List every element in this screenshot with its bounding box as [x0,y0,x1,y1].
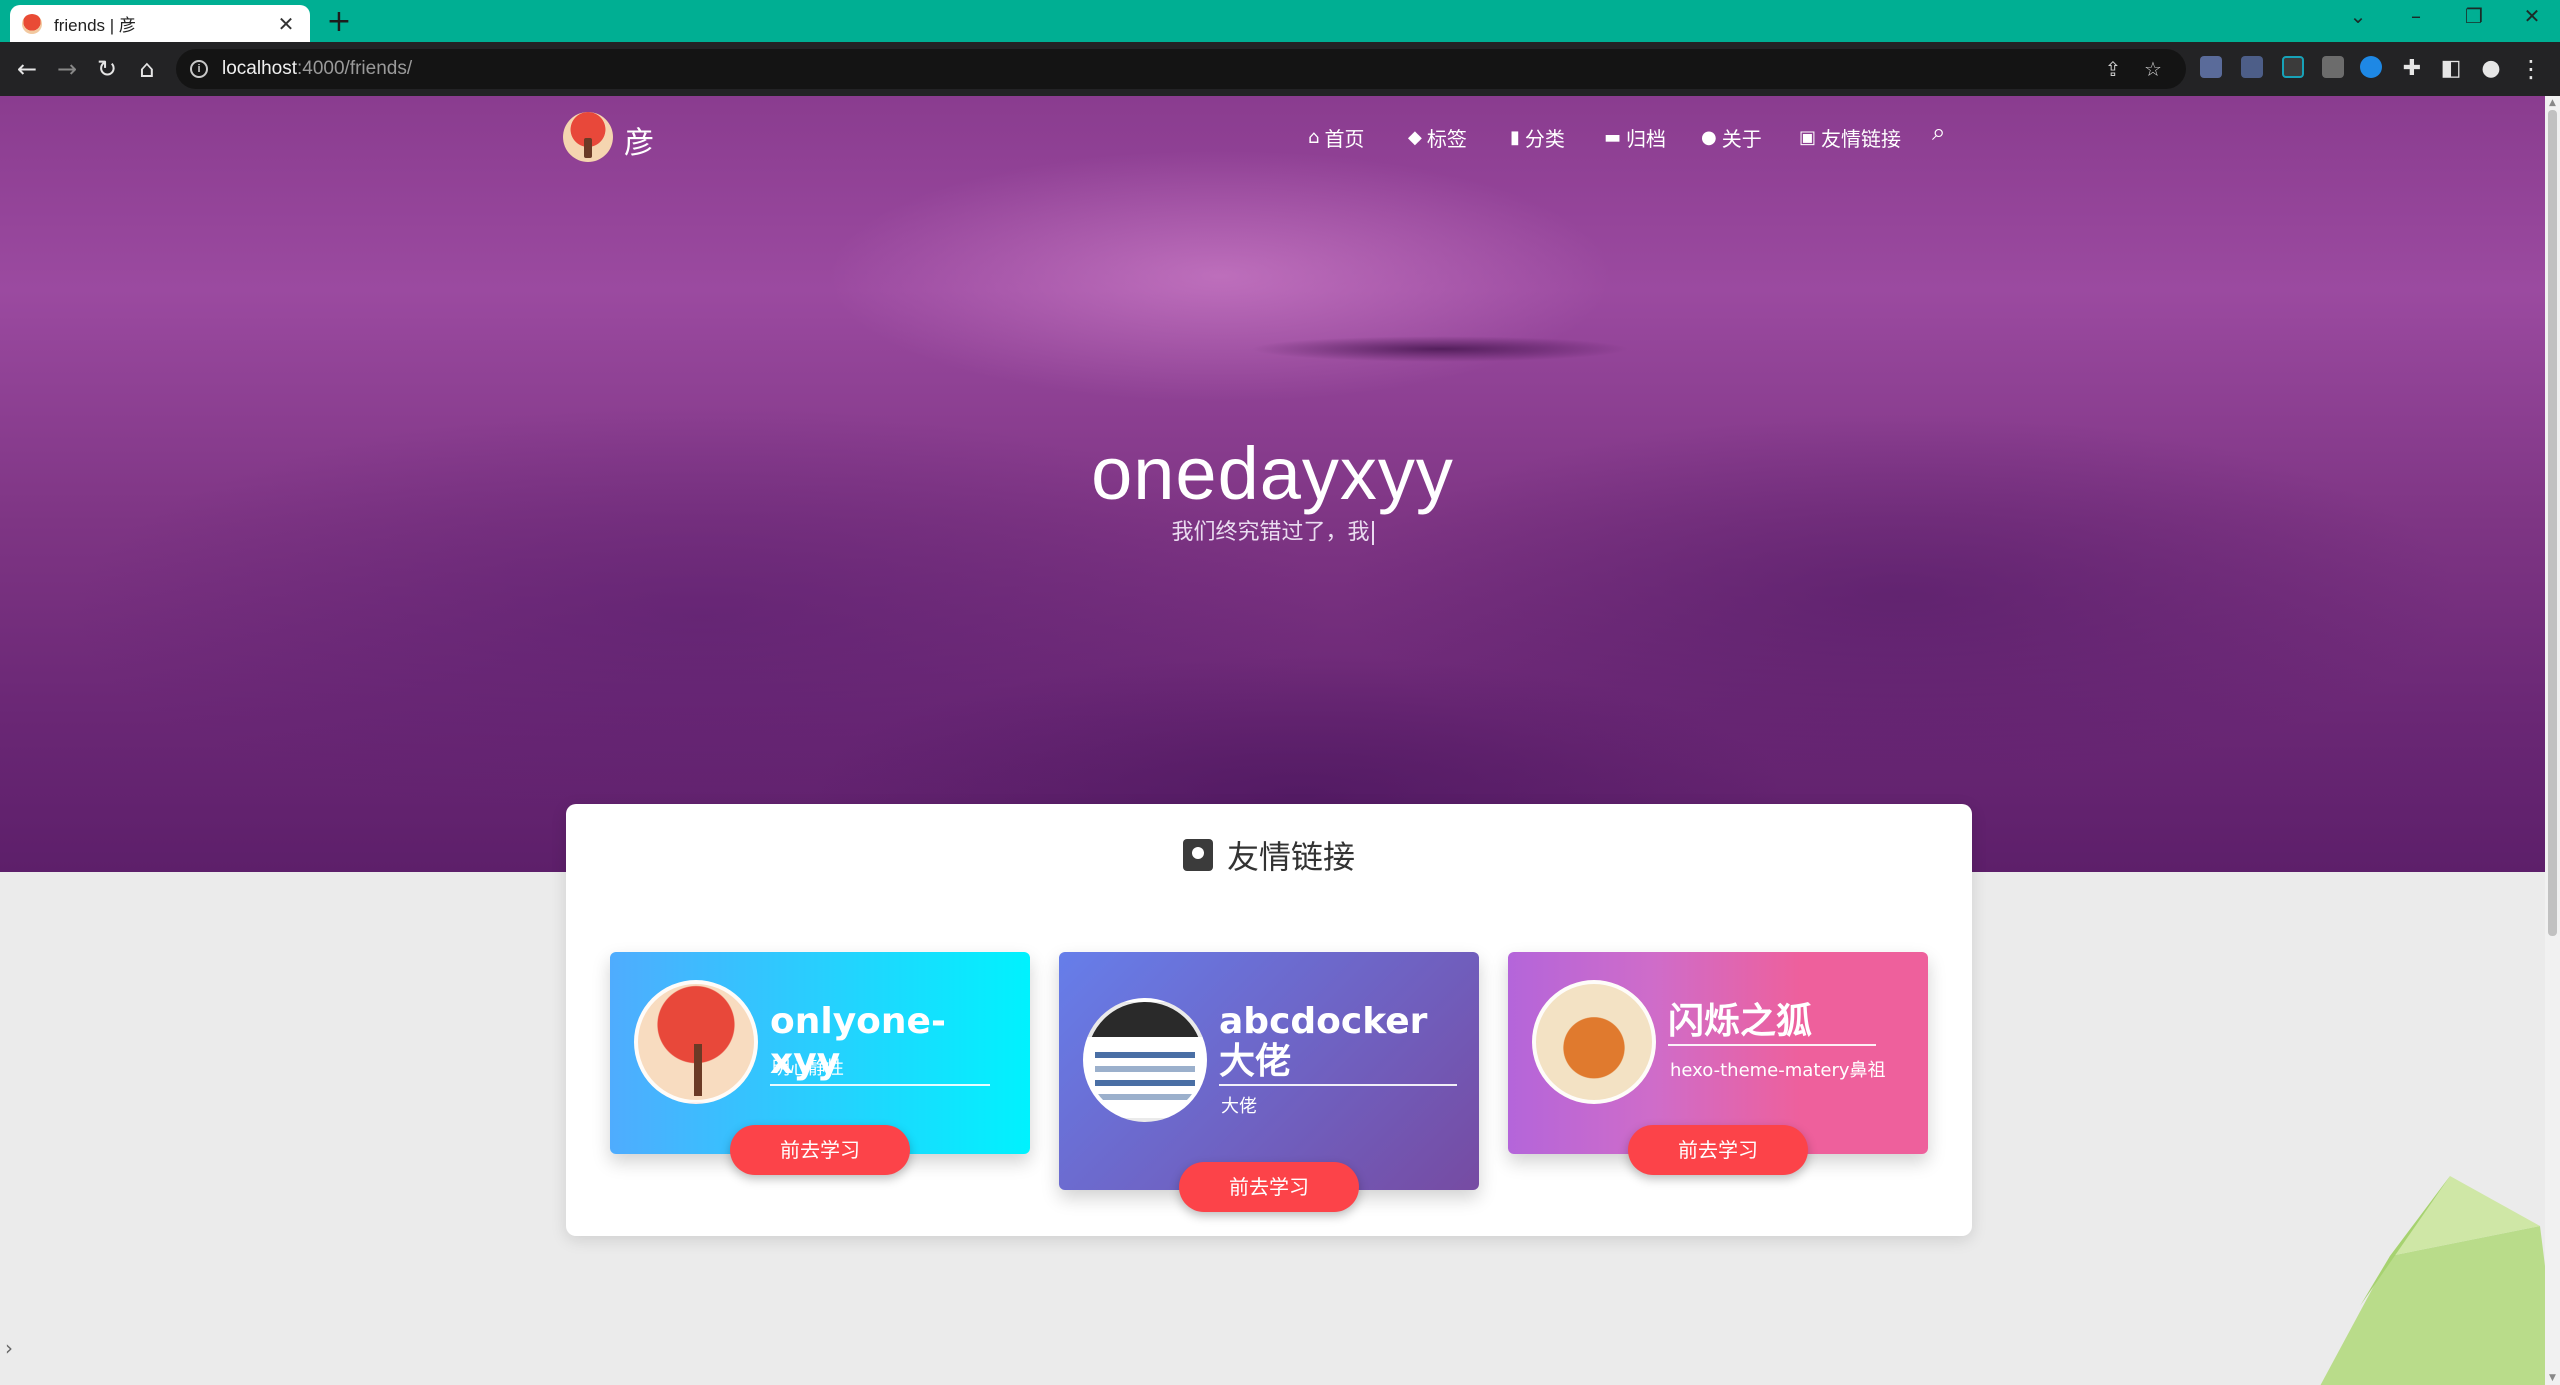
search-icon[interactable]: ⌕ [1932,118,1945,146]
avatar-screenshot-lines [1095,1052,1195,1058]
archive-icon: ▬ [1604,127,1622,148]
site-navbar: 彦 ⌂ 首页 ◆ 标签 ▮ 分类 ▬ 归档 ● 关于 ▣ 友情链接 ⌕ [0,96,2545,182]
logo-trunk [584,138,592,158]
extension-3-icon[interactable] [2282,56,2304,78]
close-window-button[interactable]: ✕ [2512,4,2552,28]
friends-card: 友情链接 onlyone-xyy 明心静性 前去学习 abcdocker大佬 大… [566,804,1972,1236]
visit-button[interactable]: 前去学习 [1179,1162,1359,1212]
nav-tags[interactable]: ◆ 标签 [1408,123,1467,152]
profile-icon[interactable]: ● [2474,52,2508,86]
visit-button[interactable]: 前去学习 [1628,1125,1808,1175]
home-icon[interactable]: ⌂ [130,52,164,86]
nav-label: 友情链接 [1821,127,1902,151]
nav-label: 归档 [1626,127,1667,151]
browser-toolbar: ← → ↻ ⌂ i localhost:4000/friends/ ⇪ ☆ ✚ … [0,42,2560,96]
avatar-tree-trunk [694,1044,702,1096]
nav-label: 标签 [1426,127,1467,151]
page-scrollbar[interactable]: ▲ ▼ [2545,96,2560,1385]
browser-tabstrip: friends | 彦 ✕ + ⌄ – ❐ ✕ [0,0,2560,42]
visit-button[interactable]: 前去学习 [730,1125,910,1175]
home-icon: ⌂ [1308,127,1320,148]
nav-about[interactable]: ● 关于 [1701,123,1762,152]
extension-5-icon[interactable] [2360,56,2382,78]
reload-icon[interactable]: ↻ [90,52,124,86]
hero-subtitle: 我们终究错过了，我 [0,514,2545,546]
forward-arrow-icon[interactable]: → [50,52,84,86]
hero-title: onedayxyy [1091,432,1454,515]
friend-description: 大佬 [1221,1096,1257,1117]
bookmark-icon: ▮ [1510,127,1520,148]
minimize-button[interactable]: – [2396,4,2436,28]
friend-name[interactable]: abcdocker大佬 [1219,1002,1457,1086]
site-favicon-icon [22,13,42,34]
nav-archives[interactable]: ▬ 归档 [1604,123,1666,152]
typing-caret [1371,521,1374,545]
side-panel-icon[interactable]: ◧ [2434,52,2468,86]
site-title[interactable]: 彦 [624,118,654,162]
extension-4-icon[interactable] [2322,56,2344,78]
friend-card-onlyone-xyy[interactable]: onlyone-xyy 明心静性 前去学习 [610,952,1030,1175]
hero-banner: 彦 ⌂ 首页 ◆ 标签 ▮ 分类 ▬ 归档 ● 关于 ▣ 友情链接 ⌕ oned… [0,96,2545,872]
url-path: :4000/friends/ [297,58,413,79]
address-book-icon: ▣ [1799,127,1817,148]
back-arrow-icon[interactable]: ← [10,52,44,86]
chevron-right-icon[interactable]: › [0,1326,18,1370]
share-icon[interactable]: ⇪ [2100,57,2126,81]
nav-label: 首页 [1324,127,1365,151]
nav-home[interactable]: ⌂ 首页 [1308,123,1364,152]
friends-section-title: 友情链接 [1226,838,1355,876]
extension-1-icon[interactable] [2200,56,2222,78]
decorative-polygon [2320,1176,2560,1385]
site-info-icon[interactable]: i [190,60,208,78]
nav-friends[interactable]: ▣ 友情链接 [1799,123,1901,152]
address-bar[interactable]: i localhost:4000/friends/ ⇪ ☆ [176,49,2186,89]
friend-card-abcdocker[interactable]: abcdocker大佬 大佬 前去学习 [1059,952,1479,1212]
avatar[interactable] [1532,980,1656,1104]
tags-icon: ◆ [1408,127,1422,148]
extensions-puzzle-icon[interactable]: ✚ [2395,52,2429,86]
friend-description: 明心静性 [772,1058,844,1079]
friend-name[interactable]: 闪烁之狐 [1668,1002,1876,1046]
user-circle-icon: ● [1701,127,1717,148]
new-tab-button[interactable]: + [322,4,356,39]
address-book-icon [1182,839,1213,871]
close-tab-icon[interactable]: ✕ [274,12,298,36]
browser-tab[interactable]: friends | 彦 ✕ [10,5,310,42]
friend-description: hexo-theme-matery鼻祖 [1670,1060,1886,1081]
page-viewport: 彦 ⌂ 首页 ◆ 标签 ▮ 分类 ▬ 归档 ● 关于 ▣ 友情链接 ⌕ oned… [0,96,2545,1385]
url-host: localhost [222,58,297,79]
avatar[interactable] [1083,998,1207,1122]
nav-categories[interactable]: ▮ 分类 [1510,123,1565,152]
hero-subtitle-text: 我们终究错过了，我 [1171,520,1370,545]
bookmark-star-icon[interactable]: ☆ [2140,57,2166,81]
restore-button[interactable]: ❐ [2454,4,2494,28]
extension-2-icon[interactable] [2241,56,2263,78]
nav-label: 关于 [1721,127,1762,151]
tab-title: friends | 彦 [54,16,136,35]
friends-section-header: 友情链接 [566,832,1972,878]
scroll-up-icon[interactable]: ▲ [2545,98,2560,108]
tab-search-icon[interactable]: ⌄ [2338,4,2378,28]
cloud-streak [1250,336,1630,362]
scrollbar-thumb[interactable] [2548,110,2557,936]
menu-kebab-icon[interactable]: ⋮ [2514,52,2548,86]
avatar[interactable] [634,980,758,1104]
polygon-face-1 [2320,1226,2560,1385]
friend-card-shanshuo[interactable]: 闪烁之狐 hexo-theme-matery鼻祖 前去学习 [1508,952,1928,1175]
scroll-down-icon[interactable]: ▼ [2545,1373,2560,1383]
nav-label: 分类 [1524,127,1565,151]
